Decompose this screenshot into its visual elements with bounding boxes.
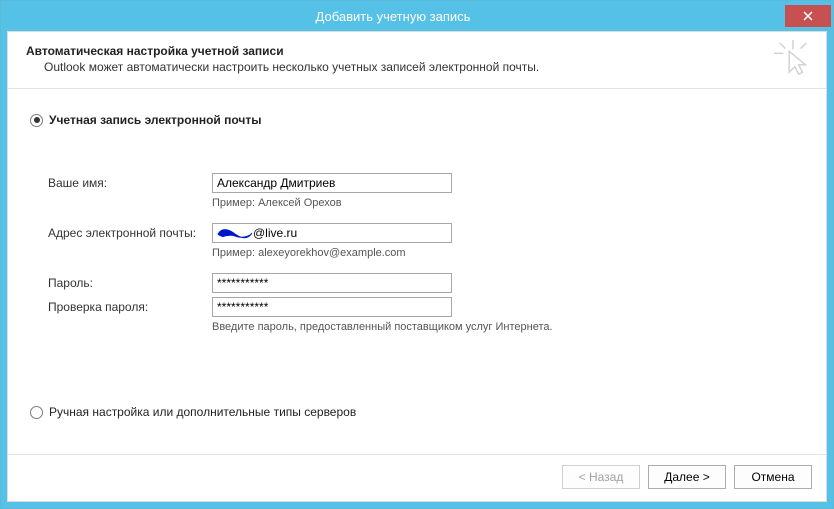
header-subtitle: Outlook может автоматически настроить не… bbox=[44, 60, 808, 74]
next-button[interactable]: Далее > bbox=[648, 465, 726, 489]
content-wrap: Автоматическая настройка учетной записи … bbox=[1, 31, 833, 508]
account-form: Ваше имя: Пример: Алексей Орехов Адрес э… bbox=[48, 173, 806, 333]
cursor-click-icon bbox=[774, 40, 812, 81]
name-label: Ваше имя: bbox=[48, 176, 212, 190]
wizard-header: Автоматическая настройка учетной записи … bbox=[8, 32, 826, 89]
radio-icon bbox=[30, 406, 43, 419]
email-hint: Пример: alexeyorekhov@example.com bbox=[212, 247, 806, 259]
password-hint: Введите пароль, предоставленный поставщи… bbox=[212, 321, 806, 333]
radio-icon bbox=[30, 114, 43, 127]
email-input[interactable]: @live.ru bbox=[212, 223, 452, 243]
content: Автоматическая настройка учетной записи … bbox=[7, 31, 827, 502]
password-input[interactable] bbox=[212, 273, 452, 293]
password-confirm-input[interactable] bbox=[212, 297, 452, 317]
window-title: Добавить учетную запись bbox=[1, 9, 785, 24]
close-icon bbox=[803, 11, 813, 21]
radio-email-account[interactable]: Учетная запись электронной почты bbox=[30, 113, 806, 127]
back-button: < Назад bbox=[562, 465, 640, 489]
row-name: Ваше имя: bbox=[48, 173, 806, 193]
close-button[interactable] bbox=[785, 5, 831, 27]
password-label: Пароль: bbox=[48, 276, 212, 290]
email-label: Адрес электронной почты: bbox=[48, 226, 212, 240]
dialog-window: Добавить учетную запись Автоматическая н… bbox=[0, 0, 834, 509]
cancel-button[interactable]: Отмена bbox=[734, 465, 812, 489]
name-hint: Пример: Алексей Орехов bbox=[212, 197, 806, 209]
radio-manual-setup[interactable]: Ручная настройка или дополнительные типы… bbox=[30, 405, 806, 419]
row-password: Пароль: bbox=[48, 273, 806, 293]
wizard-footer: < Назад Далее > Отмена bbox=[8, 454, 826, 501]
radio-email-account-label: Учетная запись электронной почты bbox=[49, 113, 262, 127]
header-title: Автоматическая настройка учетной записи bbox=[26, 44, 808, 58]
wizard-body: Учетная запись электронной почты Ваше им… bbox=[8, 89, 826, 454]
row-password-confirm: Проверка пароля: bbox=[48, 297, 806, 317]
redacted-icon bbox=[217, 227, 253, 240]
row-email: Адрес электронной почты: @live.ru bbox=[48, 223, 806, 243]
radio-manual-label: Ручная настройка или дополнительные типы… bbox=[49, 405, 356, 419]
titlebar: Добавить учетную запись bbox=[1, 1, 833, 31]
name-input[interactable] bbox=[212, 173, 452, 193]
password-confirm-label: Проверка пароля: bbox=[48, 300, 212, 314]
email-visible-part: @live.ru bbox=[253, 226, 297, 240]
